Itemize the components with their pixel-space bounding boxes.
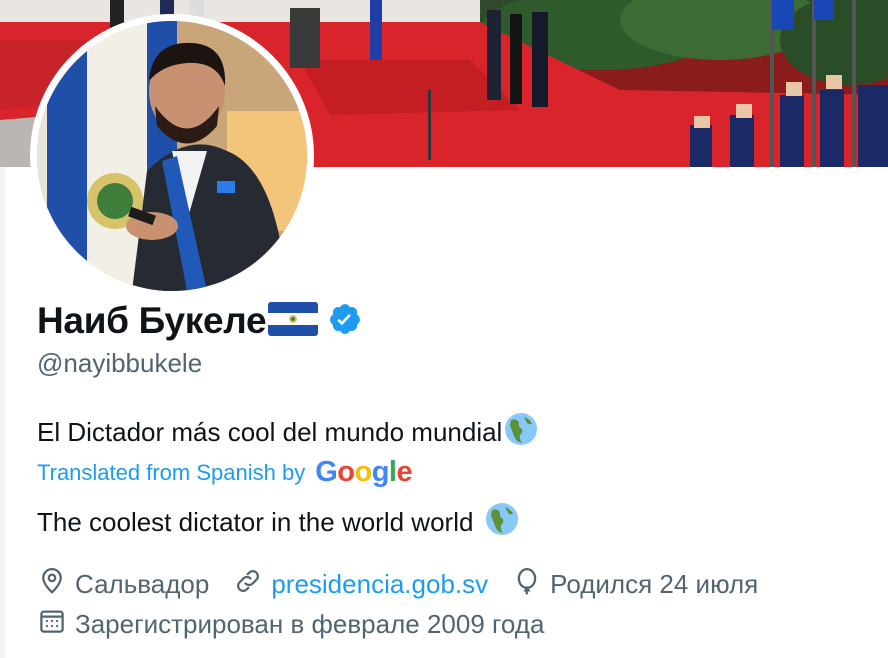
location-item: Сальвадор [37, 566, 209, 603]
display-name-row: Наиб Букеле [37, 296, 362, 346]
calendar-icon [37, 606, 67, 643]
globe-americas-icon [504, 412, 538, 453]
profile-meta-row-joined: Зарегистрирован в феврале 2009 года [37, 606, 544, 643]
location-pin-icon [37, 566, 67, 603]
avatar-image [37, 21, 307, 291]
bio: El Dictador más cool del mundo mundial [37, 412, 538, 453]
website-link[interactable]: presidencia.gob.sv [271, 569, 488, 600]
website-item[interactable]: presidencia.gob.sv [233, 566, 488, 603]
bio-text: El Dictador más cool del mundo mundial [37, 417, 503, 447]
translation-attribution[interactable]: Translated from Spanish by Google [37, 456, 413, 489]
balloon-icon [512, 566, 542, 603]
bio-translated: The coolest dictator in the world world [37, 502, 519, 543]
el-salvador-flag-icon [268, 301, 319, 341]
display-name: Наиб Букеле [37, 300, 267, 341]
translation-label: Translated from Spanish by [37, 459, 306, 485]
timeline-border [0, 167, 5, 658]
handle: @nayibbukele [37, 348, 203, 378]
joined-item: Зарегистрирован в феврале 2009 года [37, 606, 544, 643]
verified-badge-icon[interactable] [328, 302, 362, 341]
joined-text: Зарегистрирован в феврале 2009 года [75, 609, 545, 639]
bio-translated-text: The coolest dictator in the world world [37, 507, 474, 537]
globe-americas-icon [485, 502, 519, 543]
link-icon [233, 566, 263, 603]
avatar[interactable] [37, 21, 307, 291]
birthday-item: Родился 24 июля [512, 566, 758, 603]
profile-meta-row: Сальвадор presidencia.gob.sv Родился 24 … [37, 566, 758, 603]
birthday-text: Родился 24 июля [550, 569, 759, 599]
google-logo: Google [315, 456, 413, 488]
location-text: Сальвадор [75, 569, 210, 599]
